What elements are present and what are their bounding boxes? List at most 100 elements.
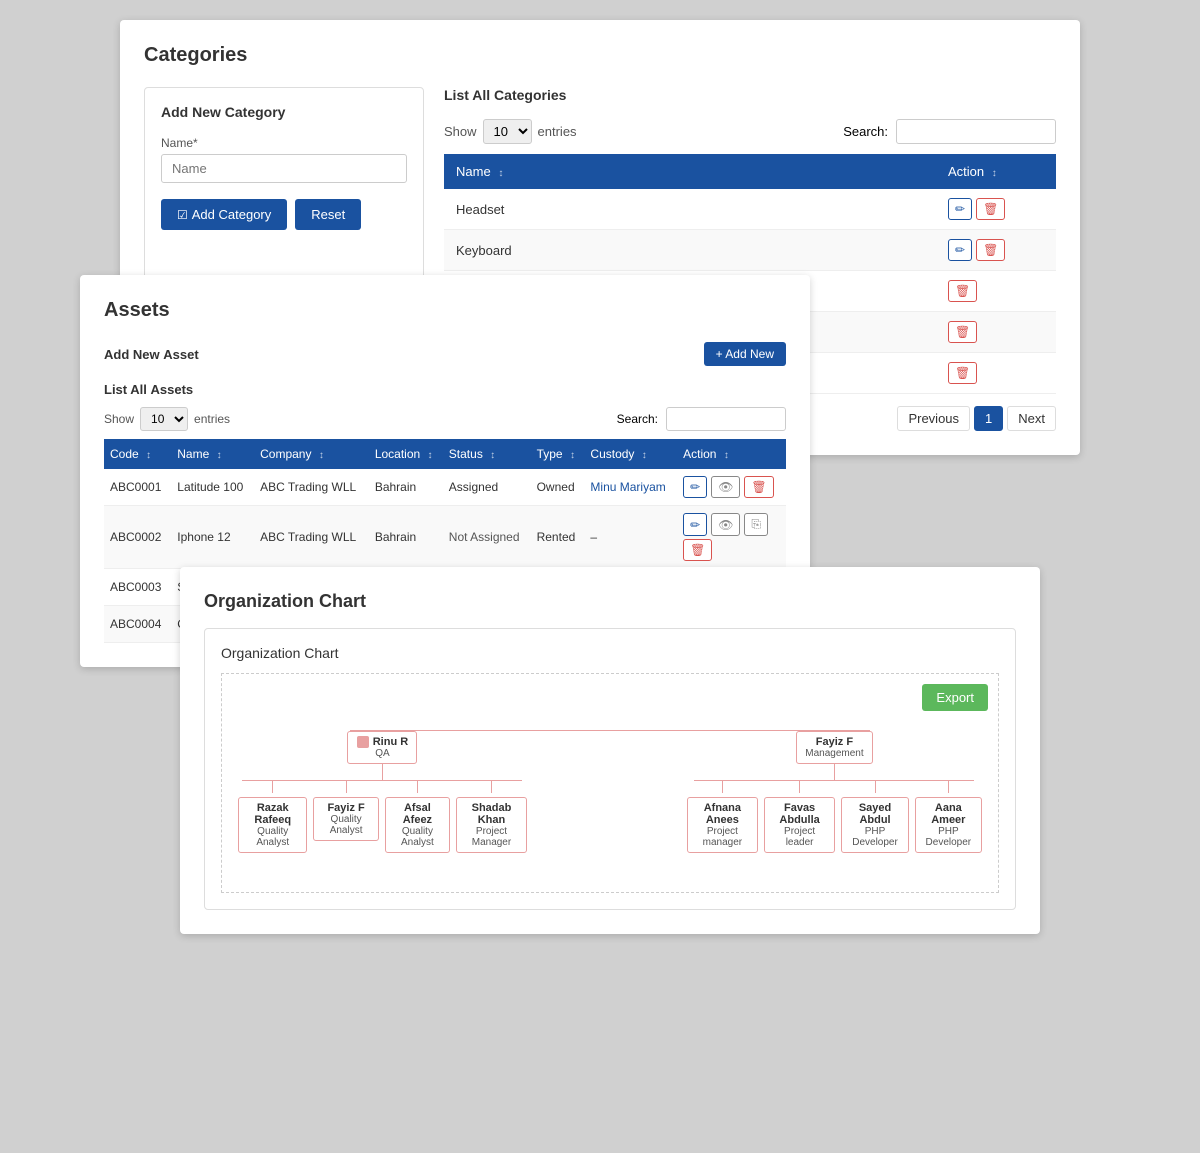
delete-button[interactable]: 🗑 bbox=[683, 539, 712, 561]
sort-icon-name[interactable]: ↕ bbox=[498, 168, 503, 179]
sort-icon[interactable]: ↕ bbox=[428, 450, 433, 461]
next-page-button[interactable]: Next bbox=[1007, 406, 1056, 431]
sort-icon[interactable]: ↕ bbox=[490, 450, 495, 461]
col-name: Name ↕ bbox=[444, 154, 936, 189]
add-asset-title: Add New Asset bbox=[104, 347, 199, 362]
org-node-role: Management bbox=[805, 748, 863, 759]
org-node-child: Shadab Khan Project Manager bbox=[456, 797, 527, 853]
search-label: Search: bbox=[843, 124, 888, 139]
edit-button[interactable]: ✏ bbox=[683, 476, 707, 498]
name-input[interactable] bbox=[161, 154, 407, 183]
org-node-name: Rinu R bbox=[373, 736, 408, 748]
org-group: Aana Ameer PHP Developer bbox=[915, 781, 982, 853]
orgchart-inner-title: Organization Chart bbox=[221, 645, 999, 661]
action-cell: 🗑 bbox=[936, 312, 1056, 353]
add-panel-title: Add New Category bbox=[161, 104, 407, 120]
asset-location: Bahrain bbox=[369, 469, 443, 506]
org-group: Afnana Anees Project manager bbox=[687, 781, 758, 853]
copy-button[interactable]: ⎘ bbox=[744, 513, 768, 536]
col-type: Type ↕ bbox=[531, 439, 585, 469]
checkbox-icon: ☑ bbox=[177, 208, 188, 222]
org-section-left: Rinu R QA Razak Rafeeq bbox=[238, 731, 527, 853]
asset-action: ✏ 👁 🗑 bbox=[677, 469, 786, 506]
col-name: Name ↕ bbox=[171, 439, 254, 469]
asset-custody: – bbox=[584, 506, 677, 569]
asset-custody: Minu Mariyam bbox=[584, 469, 677, 506]
sort-icon[interactable]: ↕ bbox=[319, 450, 324, 461]
assets-search-input[interactable] bbox=[666, 407, 786, 431]
asset-code: ABC0004 bbox=[104, 606, 171, 643]
delete-button[interactable]: 🗑 bbox=[948, 321, 977, 343]
action-cell: ✏ 🗑 bbox=[936, 230, 1056, 271]
sort-icon[interactable]: ↕ bbox=[217, 450, 222, 461]
col-location: Location ↕ bbox=[369, 439, 443, 469]
org-node-fayiz: Fayiz F Management bbox=[796, 731, 872, 764]
show-label: Show bbox=[444, 124, 477, 139]
delete-button[interactable]: 🗑 bbox=[948, 362, 977, 384]
delete-button[interactable]: 🗑 bbox=[948, 280, 977, 302]
org-group: Sayed Abdul PHP Developer bbox=[841, 781, 908, 853]
col-status: Status ↕ bbox=[443, 439, 531, 469]
categories-title: Categories bbox=[144, 44, 1056, 67]
table-row: ABC0001 Latitude 100 ABC Trading WLL Bah… bbox=[104, 469, 786, 506]
edit-button[interactable]: ✏ bbox=[683, 513, 707, 536]
org-node-child: Afnana Anees Project manager bbox=[687, 797, 758, 853]
entries-label: entries bbox=[538, 124, 577, 139]
list-panel-title: List All Categories bbox=[444, 87, 1056, 103]
action-cell: ✏ 🗑 bbox=[936, 189, 1056, 230]
delete-button[interactable]: 🗑 bbox=[744, 476, 773, 498]
col-code: Code ↕ bbox=[104, 439, 171, 469]
sort-icon[interactable]: ↕ bbox=[146, 450, 151, 461]
col-action: Action ↕ bbox=[677, 439, 786, 469]
view-button[interactable]: 👁 bbox=[711, 513, 740, 536]
org-node-child: Afsal Afeez Quality Analyst bbox=[385, 797, 450, 853]
org-group: Afsal Afeez Quality Analyst bbox=[385, 781, 450, 853]
entries-select[interactable]: 10 25 50 bbox=[483, 119, 532, 144]
search-label: Search: bbox=[617, 412, 658, 426]
col-action: Action ↕ bbox=[936, 154, 1056, 189]
add-new-asset-button[interactable]: + Add New bbox=[704, 342, 786, 366]
edit-button[interactable]: ✏ bbox=[948, 239, 972, 261]
view-button[interactable]: 👁 bbox=[711, 476, 740, 498]
add-category-button[interactable]: ☑ Add Category bbox=[161, 199, 287, 230]
org-node-role: QA bbox=[356, 748, 408, 759]
orgchart-card: Organization Chart Organization Chart Ex… bbox=[180, 567, 1040, 934]
org-group: Favas Abdulla Project leader bbox=[764, 781, 836, 853]
table-row: Keyboard ✏ 🗑 bbox=[444, 230, 1056, 271]
asset-status: Not Assigned bbox=[443, 506, 531, 569]
sort-icon-action[interactable]: ↕ bbox=[992, 168, 997, 179]
custody-link[interactable]: Minu Mariyam bbox=[590, 480, 665, 494]
export-button[interactable]: Export bbox=[922, 684, 988, 711]
previous-page-button[interactable]: Previous bbox=[897, 406, 970, 431]
sort-icon[interactable]: ↕ bbox=[642, 450, 647, 461]
category-name-cell: Keyboard bbox=[444, 230, 936, 271]
orgchart-title: Organization Chart bbox=[204, 591, 1016, 612]
asset-company: ABC Trading WLL bbox=[254, 506, 369, 569]
reset-button[interactable]: Reset bbox=[295, 199, 361, 230]
asset-company: ABC Trading WLL bbox=[254, 469, 369, 506]
org-group: Razak Rafeeq Quality Analyst bbox=[238, 781, 307, 853]
asset-name: Latitude 100 bbox=[171, 469, 254, 506]
action-cell: 🗑 bbox=[936, 271, 1056, 312]
org-group: Fayiz F Quality Analyst bbox=[313, 781, 378, 853]
orgchart-container: Export Rinu R QA bbox=[221, 673, 999, 893]
action-cell: 🗑 bbox=[936, 353, 1056, 394]
table-row: Headset ✏ 🗑 bbox=[444, 189, 1056, 230]
asset-type: Owned bbox=[531, 469, 585, 506]
sort-icon[interactable]: ↕ bbox=[724, 450, 729, 461]
asset-code: ABC0003 bbox=[104, 569, 171, 606]
sort-icon[interactable]: ↕ bbox=[570, 450, 575, 461]
orgchart-inner: Organization Chart Export Rinu R QA bbox=[204, 628, 1016, 910]
asset-name: Iphone 12 bbox=[171, 506, 254, 569]
org-chart-area: Rinu R QA Razak Rafeeq bbox=[238, 690, 982, 853]
org-node-rinu: Rinu R QA bbox=[347, 731, 417, 764]
assets-title: Assets bbox=[104, 299, 786, 322]
page-1-button[interactable]: 1 bbox=[974, 406, 1003, 431]
delete-button[interactable]: 🗑 bbox=[976, 198, 1005, 220]
org-node-child: Fayiz F Quality Analyst bbox=[313, 797, 378, 841]
search-input[interactable] bbox=[896, 119, 1056, 144]
org-node-child: Favas Abdulla Project leader bbox=[764, 797, 836, 853]
assets-entries-select[interactable]: 10 25 50 bbox=[140, 407, 188, 431]
edit-button[interactable]: ✏ bbox=[948, 198, 972, 220]
delete-button[interactable]: 🗑 bbox=[976, 239, 1005, 261]
